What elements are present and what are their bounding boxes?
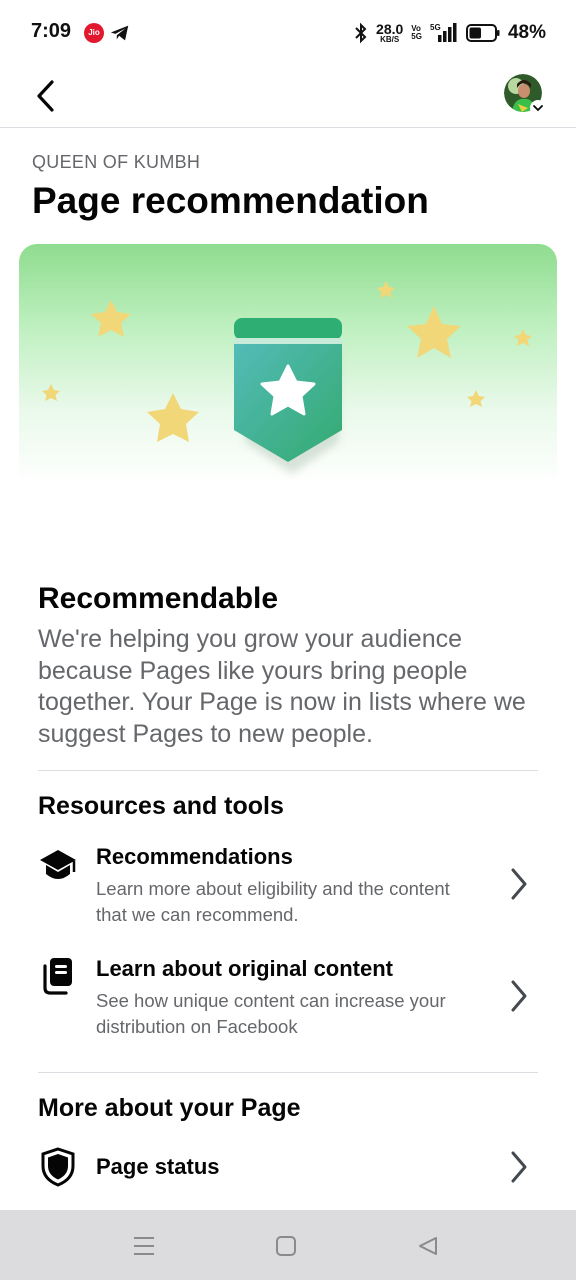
divider: [38, 1072, 538, 1073]
battery-icon: [465, 24, 500, 42]
original-content-description: See how unique content can increase your…: [96, 990, 446, 1037]
menu-icon[interactable]: [130, 1232, 158, 1260]
chevron-right-icon: [506, 866, 532, 902]
volte-indicator: Vo 5G: [411, 24, 422, 41]
signal-icon: 5G: [430, 23, 457, 42]
more-about-title: More about your Page: [38, 1094, 301, 1122]
recommendable-title: Recommendable: [38, 582, 279, 615]
telegram-icon: [110, 25, 129, 41]
shield-icon: [38, 1147, 78, 1187]
original-content-label: Learn about original content: [96, 956, 394, 981]
recommendations-label: Recommendations: [96, 844, 293, 869]
recommendations-description: Learn more about eligibility and the con…: [96, 878, 450, 925]
page-name: QUEEN OF KUMBH: [32, 152, 201, 172]
graduation-cap-icon: [38, 846, 78, 886]
system-nav-bar: [0, 1210, 576, 1280]
recommendable-description: We're helping you grow your audience bec…: [38, 625, 526, 748]
home-square-icon[interactable]: [272, 1232, 300, 1260]
star-badge-icon: [234, 318, 342, 474]
bluetooth-icon: [355, 22, 367, 44]
app-header: [0, 64, 576, 128]
resources-title: Resources and tools: [38, 792, 284, 820]
page-status-label: Page status: [96, 1154, 220, 1179]
network-speed: 28.0 KB/S: [376, 21, 404, 44]
back-button[interactable]: [26, 76, 66, 116]
page-title: Page recommendation: [32, 180, 429, 221]
profile-avatar-button[interactable]: [504, 74, 546, 116]
hero-illustration: [19, 244, 557, 544]
chevron-right-icon: [506, 1149, 532, 1185]
chevron-right-icon: [506, 978, 532, 1014]
status-icons: 28.0 KB/S Vo 5G 5G 48%: [354, 18, 546, 48]
page-status-row[interactable]: Page status: [0, 1144, 576, 1190]
back-triangle-icon[interactable]: [414, 1232, 442, 1260]
battery-percent: 48%: [507, 22, 546, 43]
original-content-icon: [38, 956, 78, 996]
status-time: 7:09: [31, 20, 72, 42]
recommendations-row[interactable]: Recommendations Learn more about eligibi…: [0, 840, 576, 940]
divider: [38, 770, 538, 771]
hero-artwork: [42, 281, 532, 474]
original-content-row[interactable]: Learn about original content See how uni…: [0, 952, 576, 1052]
status-bar: 7:09 Jio 28.0 KB/S Vo 5G 5G 48%: [0, 0, 576, 64]
jio-icon: Jio: [84, 23, 104, 43]
svg-text:5G: 5G: [430, 23, 441, 32]
back-arrow-icon: [37, 80, 54, 112]
chevron-down-icon: [530, 100, 546, 116]
